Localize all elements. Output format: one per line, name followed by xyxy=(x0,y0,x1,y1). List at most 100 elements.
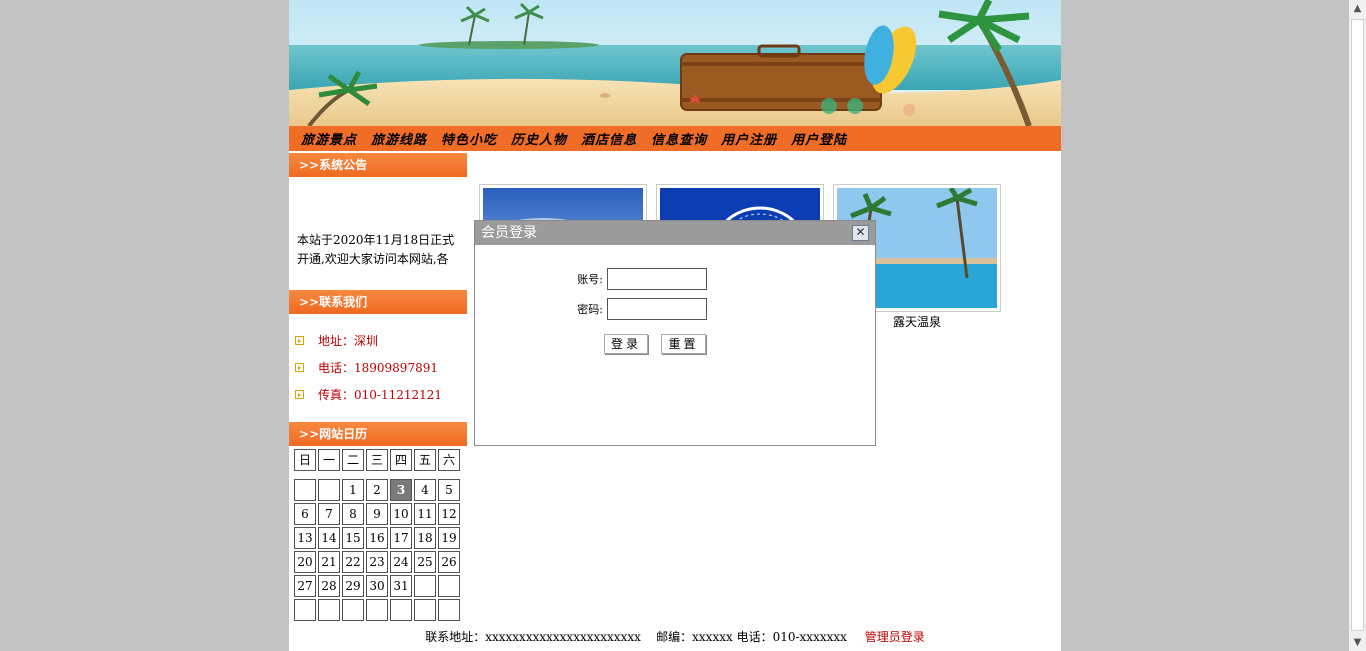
nav-item-register[interactable]: 用户注册 xyxy=(721,129,777,148)
calendar-day[interactable]: 29 xyxy=(342,575,364,597)
calendar-day xyxy=(414,599,436,621)
contact-address: 地址：深圳 xyxy=(295,332,378,349)
calendar-day xyxy=(342,599,364,621)
contact-phone-text: 电话：18909897891 xyxy=(318,361,438,375)
password-input[interactable] xyxy=(607,298,707,320)
calendar-day xyxy=(438,599,460,621)
scroll-thumb[interactable] xyxy=(1351,19,1364,631)
calendar-today[interactable]: 3 xyxy=(390,479,412,501)
main-nav: 旅游景点 旅游线路 特色小吃 历史人物 酒店信息 信息查询 用户注册 用户登陆 xyxy=(289,126,1061,151)
calendar-week: 20 21 22 23 24 25 26 xyxy=(294,551,462,573)
calendar-day[interactable]: 27 xyxy=(294,575,316,597)
admin-login-link[interactable]: 管理员登录 xyxy=(865,630,925,644)
member-login-dialog: 会员登录 ✕ 账号: 密码: 登录 重置 xyxy=(474,220,876,446)
calendar-day xyxy=(414,575,436,597)
calendar-weekday: 一 xyxy=(318,449,340,471)
notice-text: 本站于2020年11月18日正式开通,欢迎大家访问本网站,各类 xyxy=(297,233,455,266)
footer: 联系地址：xxxxxxxxxxxxxxxxxxxxxxx 邮编：xxxxxx 电… xyxy=(289,628,1061,648)
nav-item-login[interactable]: 用户登陆 xyxy=(791,129,847,148)
scroll-up-icon[interactable]: ▲ xyxy=(1349,0,1366,17)
notice-title: >>系统公告 xyxy=(289,153,467,177)
calendar-day[interactable]: 19 xyxy=(438,527,460,549)
bullet-icon xyxy=(295,363,304,372)
account-row: 账号: xyxy=(569,268,707,290)
calendar-day xyxy=(438,575,460,597)
calendar-day xyxy=(390,599,412,621)
calendar-day[interactable]: 26 xyxy=(438,551,460,573)
nav-item-history[interactable]: 历史人物 xyxy=(511,129,567,148)
calendar-day[interactable]: 2 xyxy=(366,479,388,501)
bullet-icon xyxy=(295,390,304,399)
contact-address-text: 地址：深圳 xyxy=(318,334,379,348)
calendar-day[interactable]: 6 xyxy=(294,503,316,525)
scroll-down-icon[interactable]: ▼ xyxy=(1349,634,1366,651)
calendar-weekday: 日 xyxy=(294,449,316,471)
calendar-weekday: 六 xyxy=(438,449,460,471)
calendar-weekday: 二 xyxy=(342,449,364,471)
calendar-day[interactable]: 5 xyxy=(438,479,460,501)
login-button[interactable]: 登录 xyxy=(604,334,648,354)
contact-phone: 电话：18909897891 xyxy=(295,359,438,376)
contact-fax-text: 传真：010-11212121 xyxy=(318,388,443,402)
calendar-day[interactable]: 25 xyxy=(414,551,436,573)
calendar-day xyxy=(294,479,316,501)
account-input[interactable] xyxy=(607,268,707,290)
calendar-day[interactable]: 1 xyxy=(342,479,364,501)
calendar-day[interactable]: 17 xyxy=(390,527,412,549)
calendar-day[interactable]: 7 xyxy=(318,503,340,525)
calendar-day[interactable]: 30 xyxy=(366,575,388,597)
nav-item-attractions[interactable]: 旅游景点 xyxy=(301,129,357,148)
calendar-day[interactable]: 12 xyxy=(438,503,460,525)
calendar-day[interactable]: 24 xyxy=(390,551,412,573)
header-banner xyxy=(289,0,1061,126)
footer-phone: 电话：010-xxxxxxx xyxy=(736,630,847,644)
bullet-icon xyxy=(295,336,304,345)
calendar-weekday: 五 xyxy=(414,449,436,471)
calendar-day[interactable]: 13 xyxy=(294,527,316,549)
close-icon[interactable]: ✕ xyxy=(852,225,869,241)
calendar-day[interactable]: 21 xyxy=(318,551,340,573)
calendar-week: 13 14 15 16 17 18 19 xyxy=(294,527,462,549)
nav-item-search[interactable]: 信息查询 xyxy=(651,129,707,148)
calendar-day[interactable]: 28 xyxy=(318,575,340,597)
password-row: 密码: xyxy=(569,298,707,320)
page-scrollbar[interactable]: ▲ ▼ xyxy=(1349,0,1366,651)
dialog-titlebar: 会员登录 ✕ xyxy=(475,221,875,245)
calendar-day[interactable]: 15 xyxy=(342,527,364,549)
calendar-week xyxy=(294,599,462,621)
beach-banner-image xyxy=(289,0,1061,126)
calendar-day[interactable]: 23 xyxy=(366,551,388,573)
calendar-day[interactable]: 4 xyxy=(414,479,436,501)
footer-postcode: 邮编：xxxxxx xyxy=(656,630,733,644)
contact-title: >>联系我们 xyxy=(289,290,467,314)
calendar-day[interactable]: 22 xyxy=(342,551,364,573)
calendar-weekday: 四 xyxy=(390,449,412,471)
calendar-week: 6 7 8 9 10 11 12 xyxy=(294,503,462,525)
calendar-day[interactable]: 20 xyxy=(294,551,316,573)
calendar-day[interactable]: 11 xyxy=(414,503,436,525)
account-label: 账号: xyxy=(577,273,603,286)
calendar-weekday: 三 xyxy=(366,449,388,471)
nav-item-routes[interactable]: 旅游线路 xyxy=(371,129,427,148)
calendar-day[interactable]: 9 xyxy=(366,503,388,525)
calendar-day[interactable]: 16 xyxy=(366,527,388,549)
calendar-day[interactable]: 10 xyxy=(390,503,412,525)
calendar-day xyxy=(318,479,340,501)
contact-fax: 传真：010-11212121 xyxy=(295,386,442,403)
calendar-day[interactable]: 14 xyxy=(318,527,340,549)
password-label: 密码: xyxy=(577,303,603,316)
calendar-weekdays: 日一二三四五六 xyxy=(294,449,462,471)
reset-button[interactable]: 重置 xyxy=(661,334,706,354)
calendar-week: 12345 xyxy=(294,479,462,501)
nav-item-hotels[interactable]: 酒店信息 xyxy=(581,129,637,148)
calendar-week: 27 28 29 30 31 xyxy=(294,575,462,597)
dialog-title: 会员登录 xyxy=(481,225,537,241)
calendar-day[interactable]: 31 xyxy=(390,575,412,597)
calendar-day[interactable]: 8 xyxy=(342,503,364,525)
calendar-day xyxy=(294,599,316,621)
calendar-day[interactable]: 18 xyxy=(414,527,436,549)
calendar-title: >>网站日历 xyxy=(289,422,467,446)
calendar-day xyxy=(366,599,388,621)
nav-item-snacks[interactable]: 特色小吃 xyxy=(441,129,497,148)
calendar-day xyxy=(318,599,340,621)
